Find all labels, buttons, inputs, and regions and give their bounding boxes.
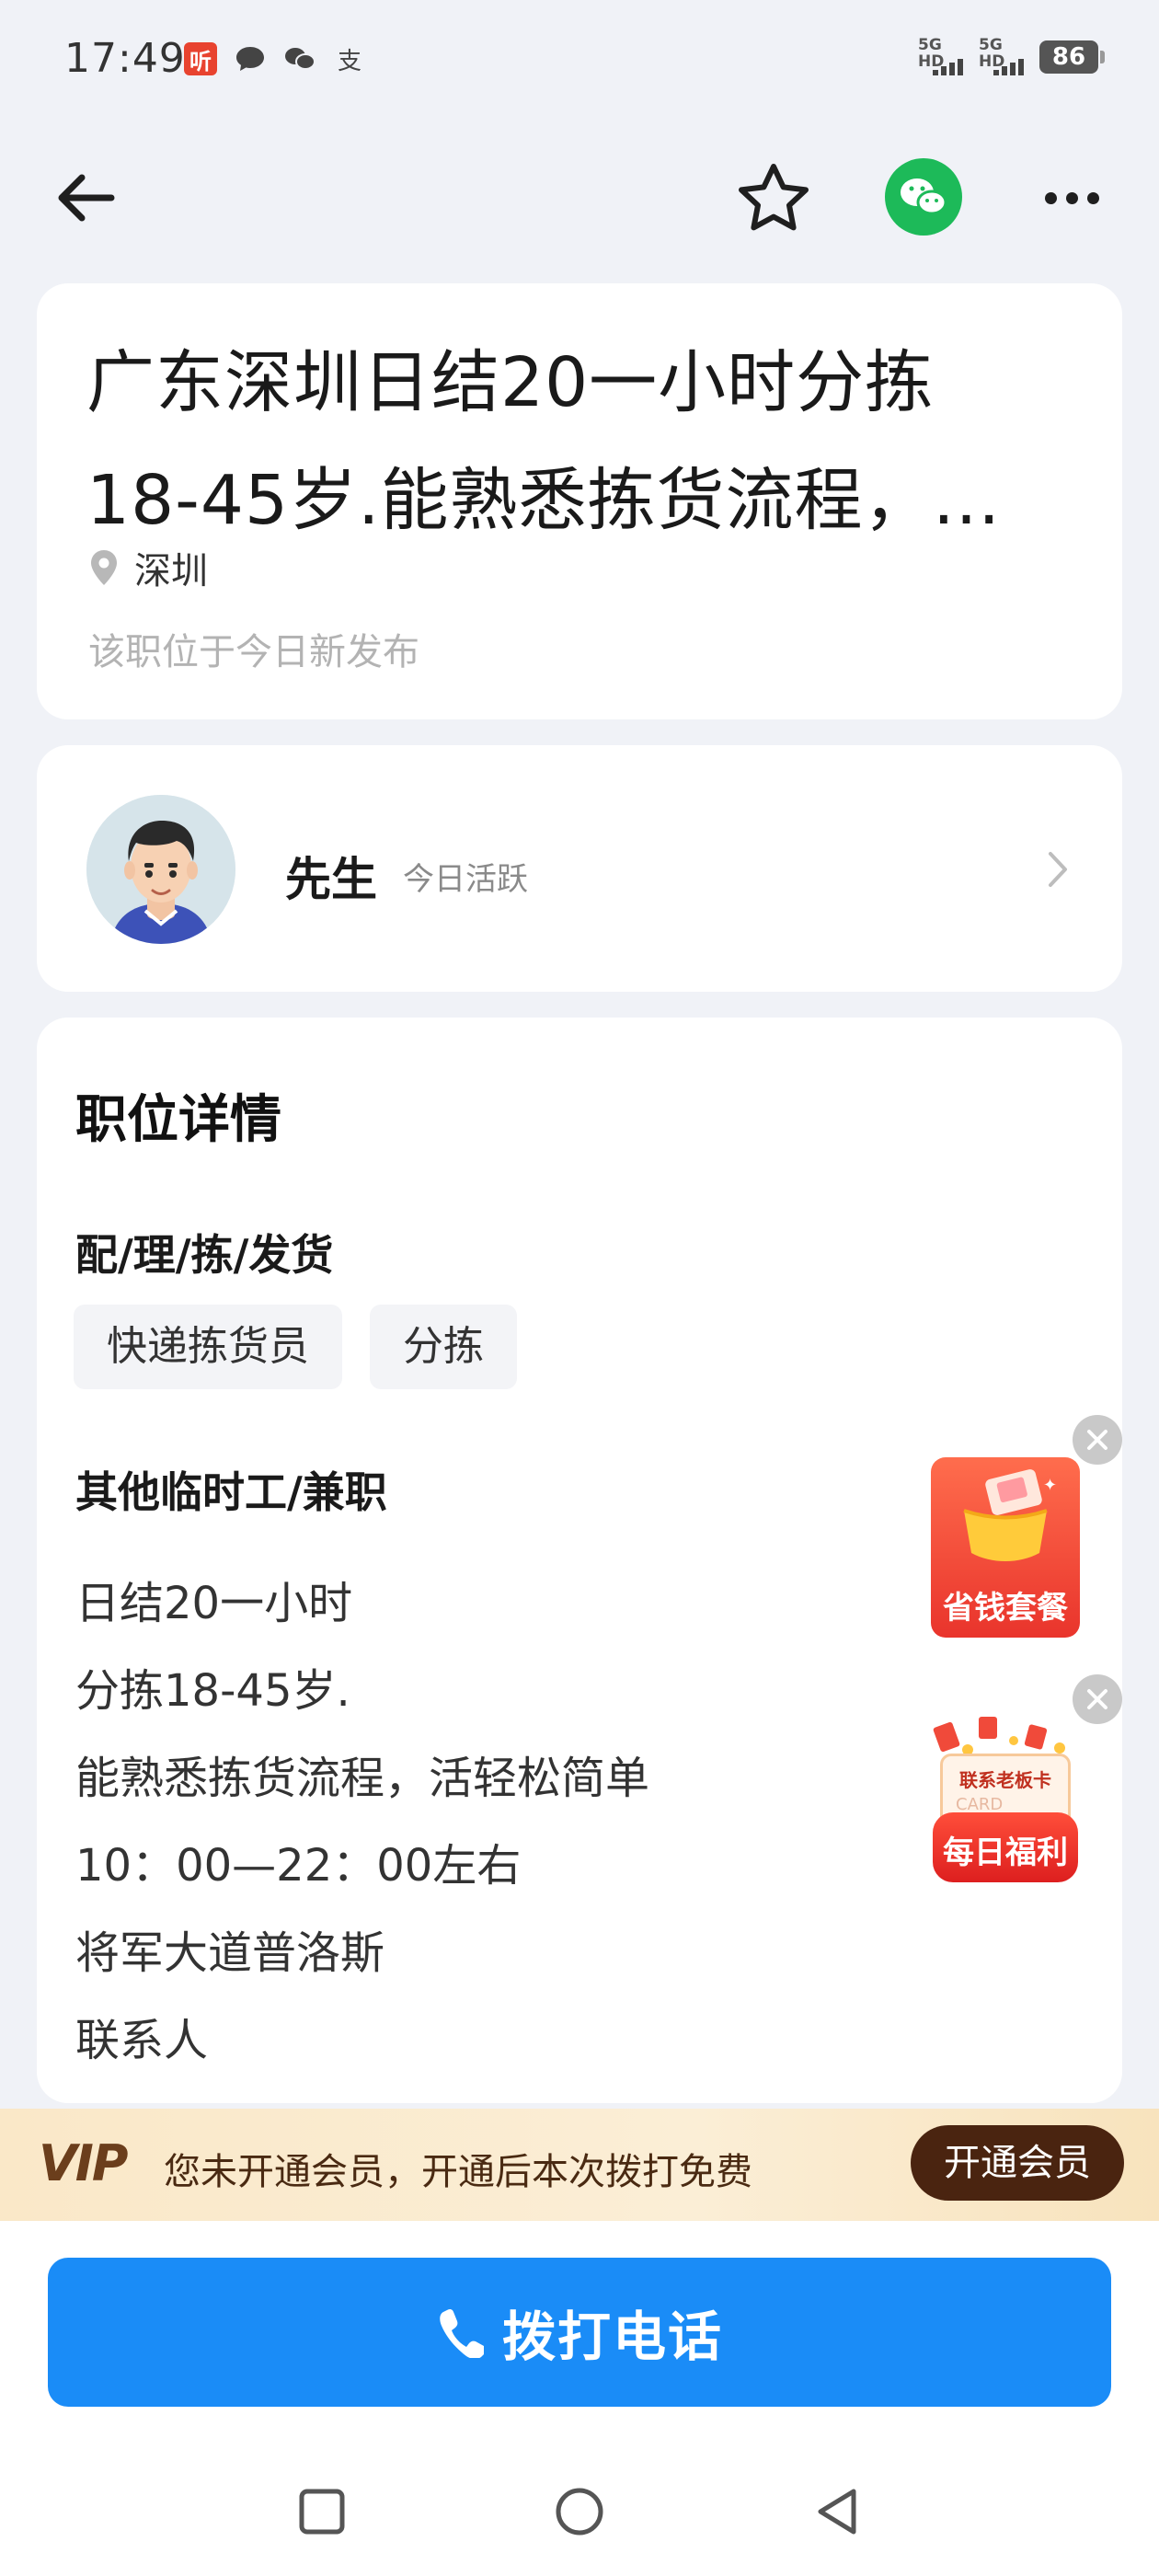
close-ad1-button[interactable] — [1073, 1415, 1122, 1465]
boss-active-status: 今日活跃 — [403, 861, 528, 898]
ellipsis-dot-icon — [1086, 191, 1099, 204]
job-title-card: 广东深圳日结20一小时分拣 18-45岁.能熟悉拣货流程，… 深圳 该职位于今日… — [37, 283, 1122, 719]
job-description: 日结20一小时 分拣18-45岁. 能熟悉拣货流程，活轻松简单 10：00—22… — [75, 1560, 649, 2085]
top-nav-bar — [0, 138, 1159, 258]
wechat-share-button[interactable] — [885, 158, 962, 236]
boss-name: 先生 — [285, 853, 377, 906]
message-icon — [234, 42, 267, 75]
daily-benefit-ad[interactable]: 联系老板卡 CARD 每日福利 — [931, 1713, 1080, 1893]
notification-icons: 听 支 — [184, 42, 366, 75]
ad2-banner: 每日福利 — [933, 1812, 1078, 1882]
vip-logo: VIP — [39, 2134, 128, 2192]
circle-icon — [556, 2488, 603, 2536]
tag-item: 分拣 — [370, 1305, 517, 1389]
description-line: 能熟悉拣货流程，活轻松简单 — [75, 1753, 650, 1804]
job-title-line-2: 18-45岁.能熟悉拣货流程，… — [86, 461, 1002, 540]
tag-list: 快递拣货员 分拣 — [74, 1305, 517, 1389]
category-label-2: 其他临时工/兼职 — [75, 1467, 387, 1517]
ad2-top-label: 联系老板卡 — [959, 1769, 1051, 1791]
avatar — [86, 795, 235, 944]
ad-card: 联系老板卡 CARD 每日福利 — [931, 1713, 1080, 1893]
description-line: 联系人 — [75, 2015, 209, 2066]
category-label-1: 配/理/拣/发货 — [75, 1230, 334, 1280]
location-text: 深圳 — [134, 550, 208, 592]
alipay-icon: 支 — [337, 47, 361, 75]
wechat-icon — [901, 178, 947, 215]
ellipsis-dot-icon — [1044, 191, 1057, 204]
status-time: 17:49 — [64, 35, 186, 82]
signal-icon-2: 5G HD — [979, 37, 1027, 77]
home-button[interactable] — [543, 2475, 616, 2548]
ellipsis-dot-icon — [1065, 191, 1078, 204]
status-bar: 17:49 听 支 5G HD 5G HD 86 — [0, 0, 1159, 124]
location-pin-icon — [91, 550, 117, 585]
battery-icon: 86 — [1039, 40, 1105, 74]
ad2-label: 每日福利 — [943, 1834, 1068, 1871]
close-icon — [1087, 1430, 1107, 1450]
system-back-button[interactable] — [800, 2475, 874, 2548]
vip-message: 您未开通会员，开通后本次拨打免费 — [164, 2151, 752, 2193]
chevron-right-icon — [1049, 852, 1067, 887]
job-title-line-1: 广东深圳日结20一小时分拣 — [86, 343, 935, 422]
open-membership-button[interactable]: 开通会员 — [911, 2125, 1124, 2201]
gift-envelope-icon: ✦ — [963, 1469, 1057, 1561]
system-nav-bar — [0, 2447, 1159, 2576]
favorite-button[interactable] — [732, 160, 815, 236]
back-button[interactable] — [48, 166, 121, 230]
ad1-label: 省钱套餐 — [943, 1590, 1068, 1627]
ad-card: ✦ 省钱套餐 — [931, 1457, 1080, 1638]
close-icon — [1087, 1689, 1107, 1709]
system-indicators: 5G HD 5G HD 86 — [918, 37, 1105, 77]
arrow-left-icon — [58, 174, 115, 222]
boss-info-card[interactable]: 先生 今日活跃 — [37, 745, 1122, 992]
call-area: 拨打电话 — [0, 2221, 1159, 2576]
more-options-button[interactable] — [1030, 166, 1113, 230]
description-line: 分拣18-45岁. — [75, 1665, 350, 1717]
ad2-card-label: CARD — [956, 1795, 1004, 1814]
savings-package-ad[interactable]: ✦ 省钱套餐 — [931, 1457, 1080, 1638]
description-line: 日结20一小时 — [75, 1578, 353, 1629]
location-row: 深圳 — [88, 541, 208, 594]
job-detail-page: 17:49 听 支 5G HD 5G HD 86 广东深圳日结20一小时分拣 1… — [0, 0, 1159, 2576]
star-icon — [739, 164, 809, 231]
square-icon — [299, 2489, 345, 2535]
listen-app-icon: 听 — [184, 42, 217, 75]
triangle-left-icon — [818, 2489, 856, 2535]
job-title: 广东深圳日结20一小时分拣 18-45岁.能熟悉拣货流程，… — [86, 324, 1043, 559]
signal-icon-1: 5G HD — [918, 37, 966, 77]
call-label: 拨打电话 — [501, 2306, 723, 2368]
tag-item: 快递拣货员 — [74, 1305, 342, 1389]
wechat-notify-icon — [283, 42, 316, 75]
close-ad2-button[interactable] — [1073, 1674, 1122, 1724]
recent-apps-button[interactable] — [285, 2475, 359, 2548]
call-phone-button[interactable]: 拨打电话 — [48, 2258, 1111, 2407]
description-line: 将军大道普洛斯 — [75, 1927, 385, 1979]
vip-banner: VIP 您未开通会员，开通后本次拨打免费 开通会员 — [0, 2109, 1159, 2221]
publish-note: 该职位于今日新发布 — [88, 631, 419, 673]
phone-icon — [440, 2308, 484, 2358]
section-title: 职位详情 — [75, 1090, 281, 1150]
description-line: 10：00—22：00左右 — [75, 1840, 522, 1892]
svg-text:✦: ✦ — [1043, 1476, 1057, 1495]
